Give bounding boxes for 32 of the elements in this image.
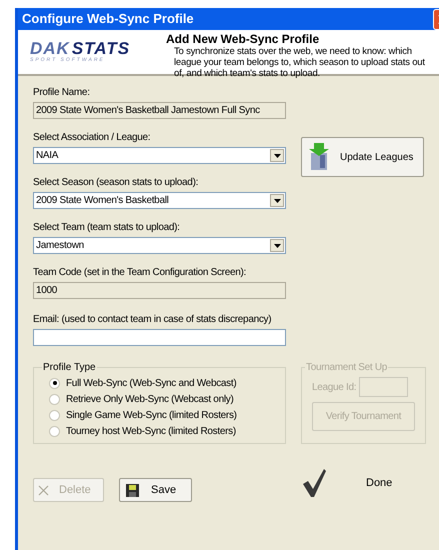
- radio-option[interactable]: Tourney host Web-Sync (limited Rosters): [49, 423, 270, 439]
- readonly-field: 1000: [33, 282, 286, 299]
- field-label: Team Code (set in the Team Configuration Screen):: [33, 266, 248, 279]
- radio-button[interactable]: [49, 394, 60, 404]
- save-button[interactable]: Save: [119, 478, 192, 502]
- dropdown[interactable]: Jamestown: [33, 237, 286, 254]
- dropdown[interactable]: NAIA: [33, 147, 286, 164]
- check-mark-icon: [302, 468, 326, 498]
- radio-option[interactable]: Full Web-Sync (Web-Sync and Webcast): [49, 375, 270, 391]
- field-label: Profile Name:: [33, 86, 91, 99]
- field-label: League Id:: [312, 380, 356, 394]
- window-title: Configure Web-Sync Profile: [22, 10, 194, 28]
- done-button[interactable]: Done: [302, 468, 392, 498]
- computer-download-icon: [308, 143, 330, 171]
- group-title: Tournament Set Up: [306, 362, 388, 373]
- field-label: Select Team (team stats to upload):: [33, 221, 181, 234]
- radio-button[interactable]: [49, 378, 60, 388]
- radio-option[interactable]: Single Game Web-Sync (limited Rosters): [49, 407, 270, 423]
- header-title: Add New Web-Sync Profile: [166, 32, 320, 46]
- field-label: Select Season (season stats to upload):: [33, 176, 200, 189]
- header-description: To synchronize stats over the web, we need to know: which league your team belongs to, which season to upload stats out of, and which team's stats to upload.: [173, 46, 426, 79]
- email-field[interactable]: [33, 329, 286, 346]
- field-label: Email: (used to contact team in case of stats discrepancy): [33, 313, 272, 326]
- radio-button[interactable]: [49, 426, 60, 436]
- dropdown[interactable]: 2009 State Women's Basketball: [33, 192, 286, 209]
- field-label: Select Association / League:: [33, 131, 152, 144]
- radio-button[interactable]: [49, 410, 60, 420]
- readonly-field: 2009 State Women's Basketball Jamestown Full Sync: [33, 102, 286, 119]
- group-title: Profile Type: [43, 362, 96, 373]
- radio-option[interactable]: Retrieve Only Web-Sync (Webcast only): [49, 391, 270, 407]
- x-icon: [38, 484, 49, 496]
- update-leagues-button[interactable]: Update Leagues: [301, 137, 424, 177]
